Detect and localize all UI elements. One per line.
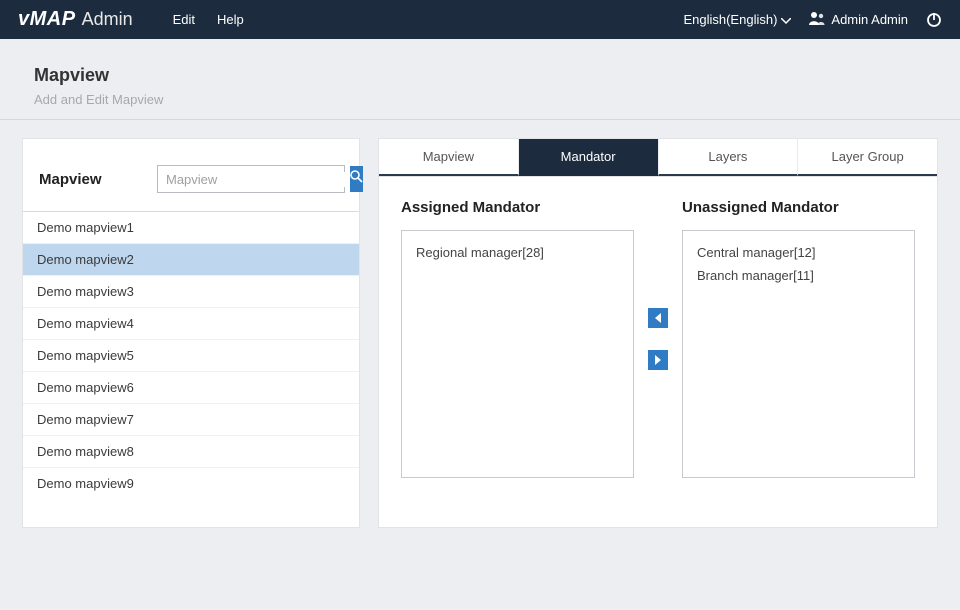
move-right-button[interactable] [648,350,668,370]
brand-logo: vMAP [18,8,76,31]
page-header: Mapview Add and Edit Mapview [0,39,960,120]
brand: vMAP Admin [18,8,133,31]
page-title: Mapview [34,65,926,86]
tab-layer-group[interactable]: Layer Group [797,139,937,176]
brand-suffix: Admin [82,9,133,30]
assigned-list[interactable]: Regional manager[28] [401,230,634,478]
triangle-right-icon [654,355,662,365]
tab-content-mandator: Assigned Mandator Regional manager[28] U… [378,176,938,528]
search-wrap [157,165,345,193]
main-menu: Edit Help [173,12,244,27]
search-button[interactable] [350,166,363,192]
language-selector[interactable]: English(English) [683,12,791,27]
unassigned-list[interactable]: Central manager[12]Branch manager[11] [682,230,915,478]
assigned-item[interactable]: Regional manager[28] [416,241,619,264]
tab-mapview[interactable]: Mapview [379,139,518,176]
chevron-down-icon [781,12,791,27]
tab-layers[interactable]: Layers [658,139,798,176]
mapview-list-title: Mapview [39,171,102,188]
unassigned-title: Unassigned Mandator [682,199,915,216]
tabs: MapviewMandatorLayersLayer Group [378,138,938,176]
topbar-right: English(English) Admin Admin [683,11,942,28]
user-icon [809,11,825,28]
list-item[interactable]: Demo mapview1 [23,212,359,244]
list-item[interactable]: Demo mapview2 [23,244,359,276]
list-item[interactable]: Demo mapview7 [23,404,359,436]
search-icon [350,170,363,188]
language-label: English(English) [683,12,777,27]
menu-help[interactable]: Help [217,12,244,27]
list-item[interactable]: Demo mapview5 [23,340,359,372]
unassigned-item[interactable]: Central manager[12] [697,241,900,264]
mapview-list: Demo mapview1Demo mapview2Demo mapview3D… [23,212,359,499]
detail-panel: MapviewMandatorLayersLayer Group Assigne… [378,138,938,528]
list-item[interactable]: Demo mapview4 [23,308,359,340]
top-bar: vMAP Admin Edit Help English(English) Ad… [0,0,960,39]
triangle-left-icon [654,313,662,323]
search-input[interactable] [158,172,350,187]
list-item[interactable]: Demo mapview6 [23,372,359,404]
tab-mandator[interactable]: Mandator [518,139,658,176]
move-left-button[interactable] [648,308,668,328]
user-name: Admin Admin [831,12,908,27]
power-icon[interactable] [926,12,942,28]
list-item[interactable]: Demo mapview3 [23,276,359,308]
list-item[interactable]: Demo mapview8 [23,436,359,468]
page-subtitle: Add and Edit Mapview [34,92,926,107]
transfer-controls [648,199,668,478]
mapview-list-panel: Mapview Demo mapview1Demo mapview2Demo m… [22,138,360,528]
assigned-title: Assigned Mandator [401,199,634,216]
user-menu[interactable]: Admin Admin [809,11,908,28]
list-item[interactable]: Demo mapview9 [23,468,359,499]
unassigned-item[interactable]: Branch manager[11] [697,264,900,287]
menu-edit[interactable]: Edit [173,12,195,27]
